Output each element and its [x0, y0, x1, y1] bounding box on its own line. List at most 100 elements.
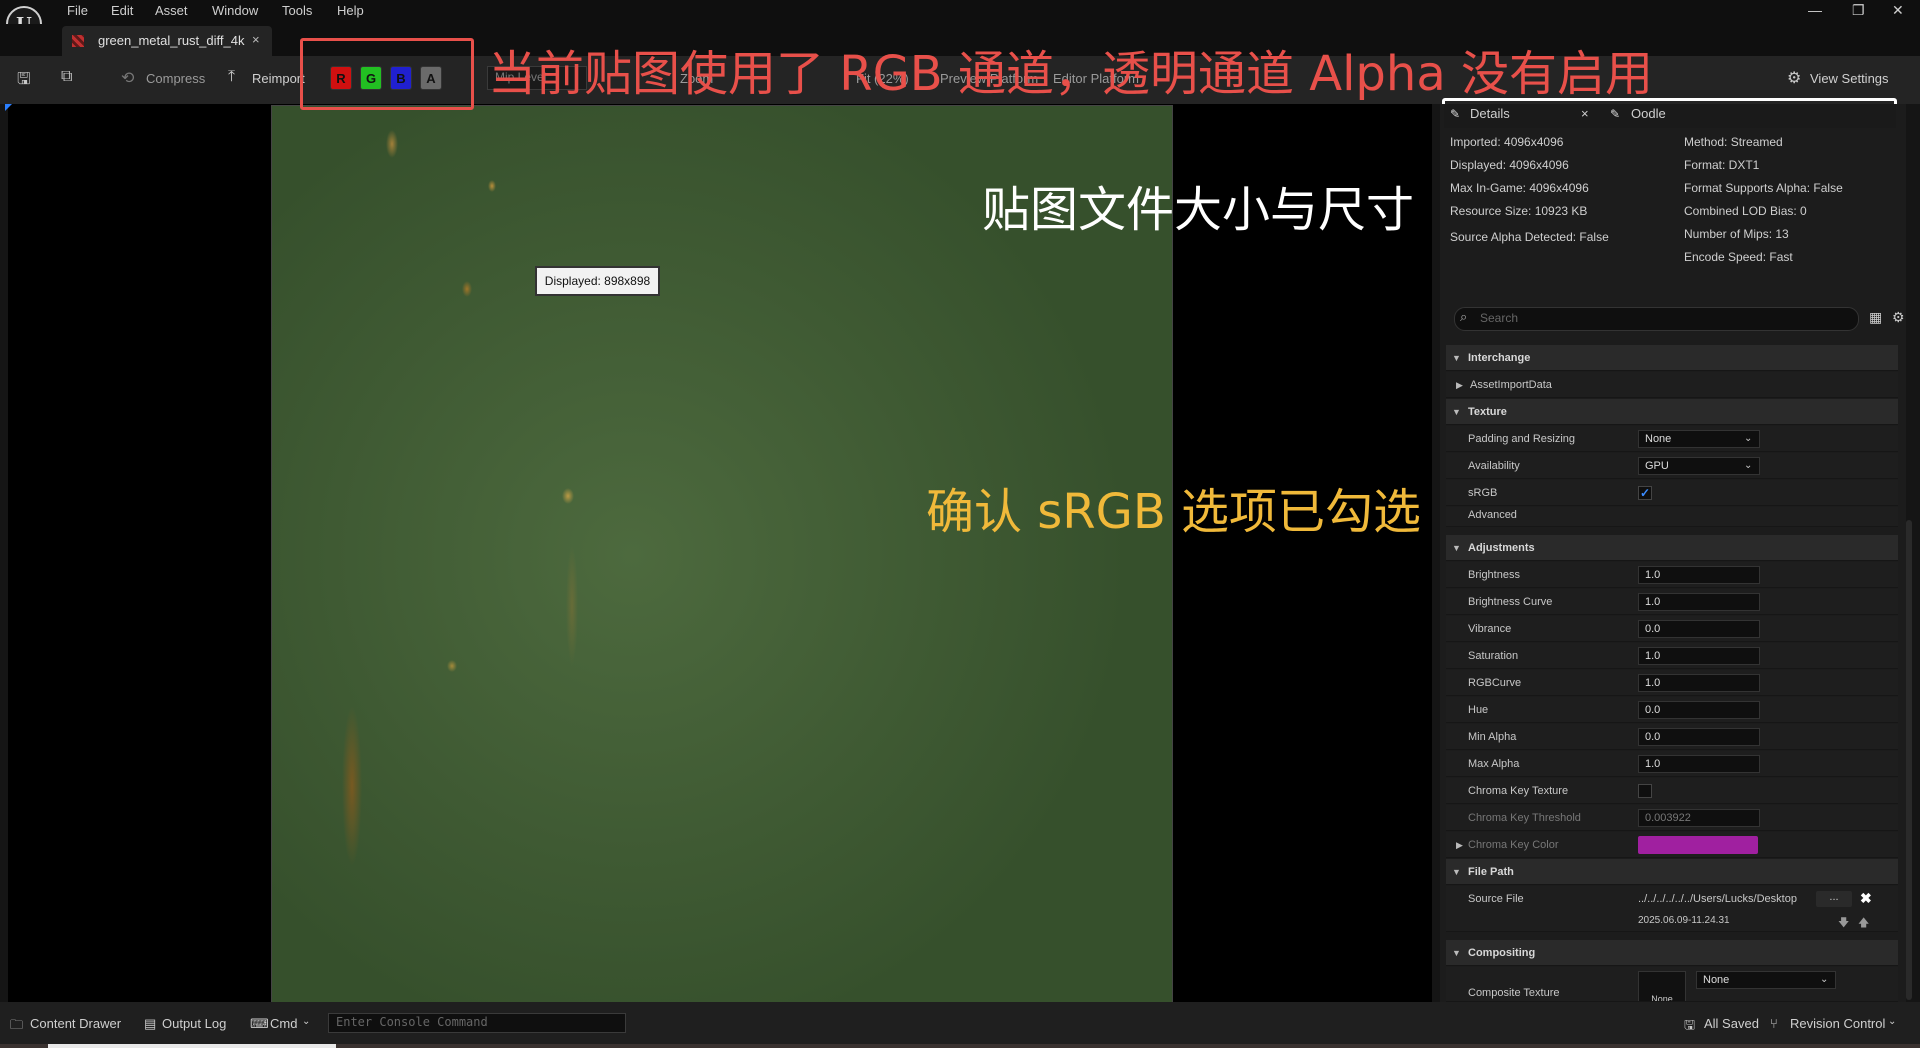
prop-label: Brightness — [1468, 569, 1520, 581]
settings-gear-icon[interactable]: ⚙ — [1892, 309, 1905, 326]
compress-button[interactable]: Compress — [146, 71, 205, 86]
category-label: Compositing — [1468, 947, 1536, 959]
channels-highlight-box — [300, 38, 474, 110]
info-lod-bias: Combined LOD Bias: 0 — [1684, 204, 1807, 218]
chroma-threshold-input: 0.003922 — [1638, 809, 1760, 827]
menu-asset[interactable]: Asset — [155, 3, 188, 18]
minimize-icon[interactable]: — — [1808, 2, 1822, 18]
category-interchange[interactable]: ▼ Interchange — [1446, 345, 1898, 371]
row-composite-texture: Composite Texture None None ⌄ — [1446, 967, 1898, 1002]
reimport-icon: ⤒ — [228, 68, 236, 85]
info-format-alpha: Format Supports Alpha: False — [1684, 181, 1843, 195]
row-source-file: Source File ../../../../../../Users/Luck… — [1446, 886, 1898, 932]
revision-control-button[interactable]: Revision Control — [1790, 1016, 1885, 1031]
prop-label: Max Alpha — [1468, 758, 1520, 770]
cmd-dropdown[interactable]: Cmd — [270, 1016, 297, 1031]
clear-path-icon[interactable]: ✖ — [1860, 890, 1872, 907]
row-asset-import-data[interactable]: ▶ AssetImportData — [1446, 372, 1898, 398]
save-status-icon: 🖫 — [1684, 1017, 1696, 1032]
category-adjustments[interactable]: ▼ Adjustments — [1446, 535, 1898, 561]
chevron-down-icon: ⌄ — [1820, 974, 1829, 985]
channels-annotation: 当前贴图使用了 RGB 通道，透明通道 Alpha 没有启用 — [488, 46, 1653, 102]
chroma-key-color-swatch — [1638, 836, 1758, 854]
oodle-pencil-icon: ✎ — [1610, 107, 1621, 121]
prop-label: AssetImportData — [1470, 379, 1552, 391]
category-label: File Path — [1468, 866, 1514, 878]
console-placeholder: Enter Console Command — [336, 1015, 488, 1029]
menu-help[interactable]: Help — [337, 3, 364, 18]
viewport-corner-marker — [5, 104, 12, 111]
rgbcurve-input[interactable]: 1.0 — [1638, 674, 1760, 692]
min-alpha-input[interactable]: 0.0 — [1638, 728, 1760, 746]
category-label: Interchange — [1468, 352, 1531, 364]
info-max-in-game: Max In-Game: 4096x4096 — [1450, 181, 1589, 195]
hue-input[interactable]: 0.0 — [1638, 701, 1760, 719]
prop-label: Advanced — [1468, 509, 1517, 521]
output-log-icon: ▤ — [144, 1016, 157, 1031]
chroma-key-checkbox[interactable] — [1638, 784, 1652, 798]
browse-asset-icon[interactable]: ⧉ — [61, 68, 72, 86]
row-hue: Hue 0.0 — [1446, 697, 1898, 723]
restore-icon[interactable]: ❐ — [1852, 2, 1865, 19]
cmd-icon: ⌨ — [250, 1016, 269, 1031]
prop-label: Composite Texture — [1468, 987, 1560, 999]
taskbar-highlight — [48, 1044, 336, 1048]
tab-texture-asset[interactable]: green_metal_rust_diff_4k × — [62, 26, 272, 56]
max-alpha-input[interactable]: 1.0 — [1638, 755, 1760, 773]
output-log-button[interactable]: Output Log — [162, 1016, 226, 1031]
upload-arrow-icon[interactable]: 🡅 — [1858, 914, 1869, 933]
srgb-checkbox[interactable]: ✓ — [1638, 486, 1652, 500]
menu-edit[interactable]: Edit — [111, 3, 133, 18]
gear-icon[interactable]: ⚙ — [1787, 68, 1801, 88]
source-file-path: ../../../../../../Users/Lucks/Desktop — [1638, 893, 1797, 905]
size-annotation: 贴图文件大小与尺寸 — [982, 182, 1415, 238]
search-icon: ⌕ — [1460, 309, 1468, 324]
padding-dropdown[interactable]: None — [1638, 430, 1760, 448]
prop-label: Vibrance — [1468, 623, 1512, 635]
tab-oodle[interactable]: Oodle — [1631, 106, 1666, 121]
search-placeholder: Search — [1480, 311, 1519, 325]
row-advanced[interactable]: Advanced — [1446, 507, 1898, 527]
view-settings-button[interactable]: View Settings — [1810, 71, 1889, 86]
category-label: Adjustments — [1468, 542, 1535, 554]
composite-texture-dropdown[interactable]: None — [1696, 971, 1836, 989]
menu-file[interactable]: File — [67, 3, 88, 18]
row-saturation: Saturation 1.0 — [1446, 643, 1898, 669]
texture-asset-icon — [72, 35, 84, 47]
composite-texture-thumbnail[interactable]: None — [1638, 971, 1686, 1001]
vibrance-input[interactable]: 0.0 — [1638, 620, 1760, 638]
brightness-curve-input[interactable]: 1.0 — [1638, 593, 1760, 611]
table-view-icon[interactable]: ▦ — [1869, 309, 1882, 326]
prop-label: Availability — [1468, 460, 1520, 472]
download-arrow-icon[interactable]: 🡇 — [1838, 914, 1849, 933]
row-rgbcurve: RGBCurve 1.0 — [1446, 670, 1898, 696]
category-compositing[interactable]: ▼ Compositing — [1446, 940, 1898, 966]
all-saved-button[interactable]: All Saved — [1704, 1016, 1759, 1031]
saturation-input[interactable]: 1.0 — [1638, 647, 1760, 665]
reimport-button[interactable]: Reimport — [252, 71, 305, 86]
menu-window[interactable]: Window — [212, 3, 258, 18]
info-num-mips: Number of Mips: 13 — [1684, 227, 1789, 241]
browse-button[interactable]: ... — [1816, 891, 1852, 907]
texture-preview-image — [271, 105, 1173, 1005]
info-displayed: Displayed: 4096x4096 — [1450, 158, 1569, 172]
prop-label: sRGB — [1468, 487, 1498, 499]
close-window-icon[interactable]: ✕ — [1892, 2, 1904, 19]
prop-label: RGBCurve — [1468, 677, 1522, 689]
details-scrollbar[interactable] — [1906, 520, 1912, 1000]
row-availability: Availability GPU ⌄ — [1446, 453, 1898, 479]
content-drawer-button[interactable]: Content Drawer — [30, 1016, 121, 1031]
category-texture[interactable]: ▼ Texture — [1446, 399, 1898, 425]
tab-title: green_metal_rust_diff_4k — [98, 33, 245, 48]
tab-close-icon[interactable]: × — [252, 32, 260, 47]
details-tabs — [1444, 104, 1896, 128]
category-file-path[interactable]: ▼ File Path — [1446, 859, 1898, 885]
compress-icon: ⟲ — [121, 70, 135, 87]
save-icon[interactable]: 🖫 — [17, 68, 31, 95]
details-tab-close-icon[interactable]: × — [1581, 106, 1589, 121]
tab-details[interactable]: Details — [1470, 106, 1510, 121]
menu-tools[interactable]: Tools — [282, 3, 312, 18]
prop-label: Source File — [1468, 893, 1524, 905]
availability-dropdown[interactable]: GPU — [1638, 457, 1760, 475]
brightness-input[interactable]: 1.0 — [1638, 566, 1760, 584]
